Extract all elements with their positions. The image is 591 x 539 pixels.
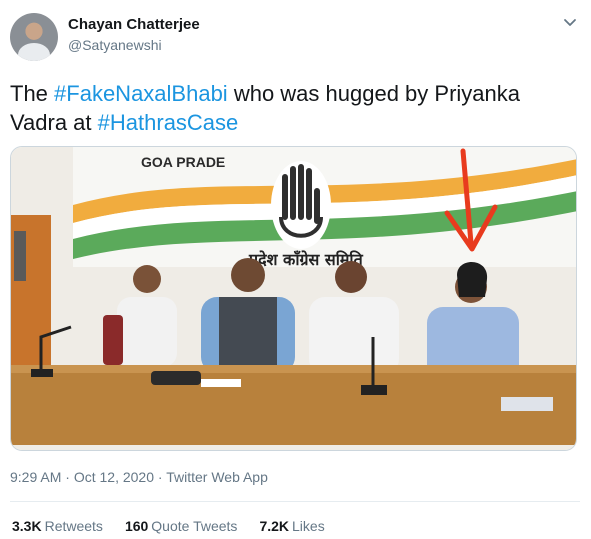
likes-label: Likes bbox=[292, 518, 325, 534]
meta-separator: · bbox=[61, 469, 74, 485]
tweet-text-part: The bbox=[10, 81, 55, 106]
banner-text-english: GOA PRADE bbox=[141, 154, 225, 170]
quotes-count: 160 bbox=[124, 518, 149, 534]
retweets-count: 3.3K bbox=[12, 518, 42, 534]
user-handle[interactable]: @Satyanewshi bbox=[68, 37, 162, 53]
tweet-stats: 3.3K Retweets 160 Quote Tweets 7.2K Likes bbox=[12, 518, 325, 534]
tweet-source[interactable]: Twitter Web App bbox=[166, 469, 268, 485]
likes-count: 7.2K bbox=[259, 518, 290, 534]
tweet-meta: 9:29 AM · Oct 12, 2020 · Twitter Web App bbox=[10, 469, 268, 485]
likes-stat[interactable]: 7.2K Likes bbox=[259, 518, 324, 534]
avatar[interactable] bbox=[10, 13, 58, 61]
tweet: Chayan Chatterjee @Satyanewshi The #Fake… bbox=[0, 0, 591, 539]
user-name[interactable]: Chayan Chatterjee bbox=[68, 16, 200, 33]
quotes-stat[interactable]: 160 Quote Tweets bbox=[125, 518, 238, 534]
tweet-photo[interactable]: GOA PRADE प्रदेश कॉंग्रेस समिति bbox=[10, 146, 577, 451]
quotes-label: Quote Tweets bbox=[151, 518, 238, 534]
hand-logo-icon bbox=[271, 161, 331, 249]
tweet-text: The #FakeNaxalBhabi who was hugged by Pr… bbox=[10, 79, 580, 137]
tweet-date[interactable]: Oct 12, 2020 bbox=[74, 469, 154, 485]
retweets-label: Retweets bbox=[44, 518, 103, 534]
meta-separator: · bbox=[154, 469, 167, 485]
chevron-down-icon[interactable] bbox=[560, 12, 580, 32]
hashtag-fakenaxalbhabi[interactable]: #FakeNaxalBhabi bbox=[54, 81, 228, 106]
tweet-time[interactable]: 9:29 AM bbox=[10, 469, 61, 485]
retweets-stat[interactable]: 3.3K Retweets bbox=[12, 518, 103, 534]
hashtag-hathrascase[interactable]: #HathrasCase bbox=[98, 110, 239, 135]
divider bbox=[10, 501, 580, 502]
